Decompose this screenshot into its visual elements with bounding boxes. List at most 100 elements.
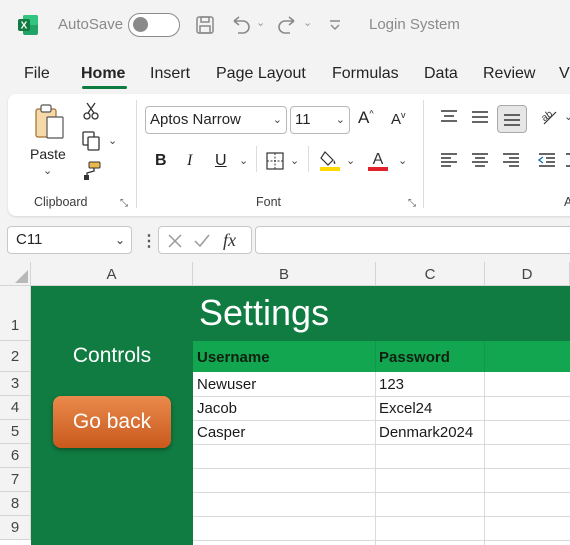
enter-icon[interactable] xyxy=(193,233,211,249)
controls-label: Controls xyxy=(72,344,152,367)
font-name-value: Aptos Narrow xyxy=(150,111,241,128)
column-header-a[interactable]: A xyxy=(31,262,193,286)
align-center-icon[interactable] xyxy=(469,149,491,171)
gridline xyxy=(484,341,485,372)
bold-icon[interactable]: B xyxy=(155,152,167,170)
group-label-font: Font xyxy=(256,195,282,209)
copy-icon[interactable] xyxy=(80,130,102,152)
increase-indent-icon[interactable] xyxy=(563,149,570,171)
row-header-1[interactable]: 1 xyxy=(0,286,31,341)
orientation-dropdown-icon[interactable]: ⌄ xyxy=(564,110,570,123)
tab-insert[interactable]: Insert xyxy=(150,65,190,83)
align-left-icon[interactable] xyxy=(438,149,460,171)
row-header-4[interactable]: 4 xyxy=(0,396,31,420)
select-all-corner[interactable] xyxy=(0,262,31,286)
autosave-toggle[interactable] xyxy=(128,13,180,37)
borders-icon[interactable] xyxy=(264,150,286,172)
name-box[interactable]: C11 ⌄ xyxy=(7,226,132,254)
row-header-9[interactable]: 9 xyxy=(0,516,31,540)
group-label-clipboard: Clipboard xyxy=(34,195,88,209)
go-back-button[interactable]: Go back xyxy=(53,396,171,448)
title-bar: X AutoSave ⌄ ⌄ Login System xyxy=(0,0,570,52)
fill-color-dropdown-icon[interactable]: ⌄ xyxy=(346,154,355,167)
italic-icon[interactable]: I xyxy=(187,152,192,170)
orientation-icon[interactable]: ab xyxy=(534,106,560,128)
cancel-icon[interactable] xyxy=(167,233,183,249)
row-header-2[interactable]: 2 xyxy=(0,341,31,372)
chevron-down-icon[interactable]: ⌄ xyxy=(115,227,125,253)
svg-text:ab: ab xyxy=(539,108,555,124)
tab-data[interactable]: Data xyxy=(424,65,458,83)
font-color-icon[interactable]: A xyxy=(366,148,390,172)
cell-password[interactable]: Excel24 xyxy=(379,400,432,417)
paste-dropdown-icon[interactable]: ⌄ xyxy=(43,164,52,177)
gridline xyxy=(193,420,570,421)
row-header-8[interactable]: 8 xyxy=(0,492,31,516)
ribbon: Paste ⌄ ⌄ Clipboard ⤡ Aptos Narrow ⌄ 11 ⌄ … xyxy=(8,94,570,216)
column-header-d[interactable]: D xyxy=(485,262,570,286)
borders-dropdown-icon[interactable]: ⌄ xyxy=(290,154,299,167)
row-header-7[interactable]: 7 xyxy=(0,468,31,492)
align-bottom-icon[interactable] xyxy=(497,105,527,133)
cell-password[interactable]: Denmark2024 xyxy=(379,424,473,441)
decrease-font-size-icon[interactable]: Av xyxy=(391,110,406,128)
fill-color-icon[interactable] xyxy=(318,148,342,172)
font-launcher-icon[interactable]: ⤡ xyxy=(408,198,416,209)
column-header-c[interactable]: C xyxy=(376,262,485,286)
underline-icon[interactable]: U xyxy=(215,152,227,170)
tab-formulas[interactable]: Formulas xyxy=(332,65,399,83)
increase-font-size-icon[interactable]: A^ xyxy=(358,108,374,128)
cut-icon[interactable] xyxy=(80,100,102,122)
clipboard-launcher-icon[interactable]: ⤡ xyxy=(120,198,128,209)
gridline xyxy=(193,492,570,493)
undo-icon[interactable] xyxy=(228,12,254,38)
font-name-select[interactable]: Aptos Narrow ⌄ xyxy=(145,106,287,134)
gridline xyxy=(193,444,570,445)
row-header-6[interactable]: 6 xyxy=(0,444,31,468)
align-top-icon[interactable] xyxy=(438,106,460,128)
paste-label[interactable]: Paste xyxy=(30,146,66,162)
undo-dropdown-icon[interactable]: ⌄ xyxy=(256,16,265,29)
row-header-3[interactable]: 3 xyxy=(0,372,31,396)
formula-tools: fx xyxy=(158,226,252,254)
copy-dropdown-icon[interactable]: ⌄ xyxy=(108,134,117,147)
tab-file[interactable]: File xyxy=(24,65,50,83)
page-title: Settings xyxy=(199,292,330,333)
column-header-row: A B C D xyxy=(0,262,570,286)
save-icon[interactable] xyxy=(192,12,218,38)
ribbon-separator xyxy=(136,100,137,208)
document-title: Login System xyxy=(369,16,460,33)
font-color-dropdown-icon[interactable]: ⌄ xyxy=(398,154,407,167)
font-size-select[interactable]: 11 ⌄ xyxy=(290,106,350,134)
redo-icon[interactable] xyxy=(274,12,300,38)
format-painter-icon[interactable] xyxy=(80,160,102,182)
cell-username[interactable]: Casper xyxy=(197,424,245,441)
tab-home[interactable]: Home xyxy=(81,65,125,83)
column-header-b[interactable]: B xyxy=(193,262,376,286)
cell-password[interactable]: 123 xyxy=(379,376,404,393)
tab-view[interactable]: V xyxy=(559,65,570,83)
paste-icon[interactable] xyxy=(32,102,68,142)
gridline xyxy=(193,468,570,469)
chevron-down-icon: ⌄ xyxy=(335,114,345,126)
underline-dropdown-icon[interactable]: ⌄ xyxy=(239,154,248,167)
tab-review[interactable]: Review xyxy=(483,65,535,83)
header-username: Username xyxy=(197,349,270,366)
active-tab-indicator xyxy=(82,86,127,89)
toggle-knob xyxy=(133,17,148,32)
more-options-icon[interactable]: ⋮ xyxy=(141,231,157,251)
gridline xyxy=(375,372,376,545)
insert-function-icon[interactable]: fx xyxy=(223,230,236,251)
align-middle-icon[interactable] xyxy=(469,106,491,128)
cell-username[interactable]: Newuser xyxy=(197,376,256,393)
tab-page-layout[interactable]: Page Layout xyxy=(216,65,306,83)
name-box-value: C11 xyxy=(16,231,43,248)
customize-toolbar-icon[interactable] xyxy=(322,12,348,38)
row-header-5[interactable]: 5 xyxy=(0,420,31,444)
gridline xyxy=(193,540,570,541)
formula-input[interactable] xyxy=(255,226,570,254)
align-right-icon[interactable] xyxy=(500,149,522,171)
redo-dropdown-icon[interactable]: ⌄ xyxy=(303,16,312,29)
cell-username[interactable]: Jacob xyxy=(197,400,237,417)
decrease-indent-icon[interactable] xyxy=(536,149,558,171)
